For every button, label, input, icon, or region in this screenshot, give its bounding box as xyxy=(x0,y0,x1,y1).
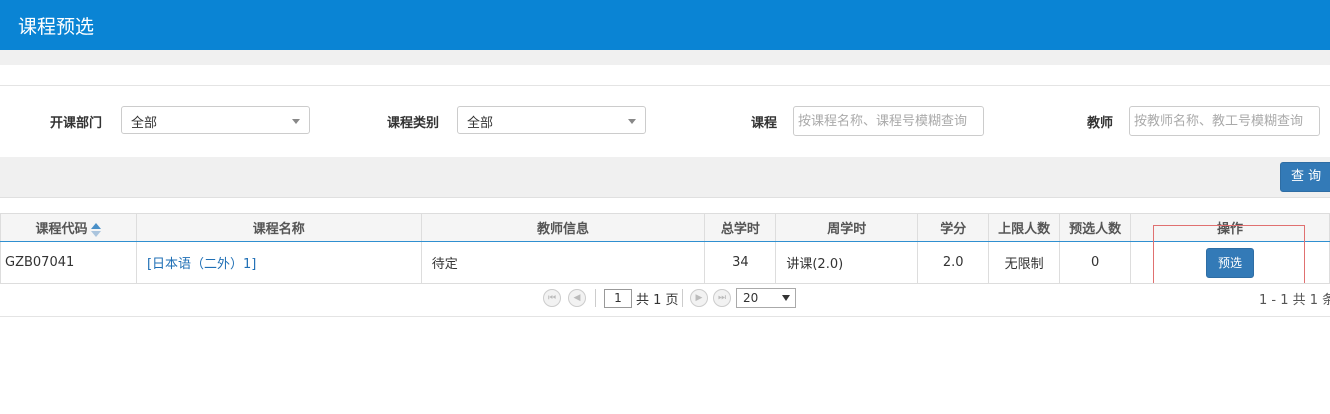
cell-course-code: GZB07041 xyxy=(0,241,137,284)
column-header-name: 课程名称 xyxy=(135,213,422,242)
page-size-value: 20 xyxy=(743,291,759,305)
department-select[interactable]: 全部 xyxy=(121,106,310,134)
last-page-icon[interactable]: ⏭ xyxy=(713,289,731,307)
header-divider xyxy=(0,50,1330,65)
cell-teacher: 待定 xyxy=(420,241,706,284)
cell-weekly-hours: 讲课(2.0) xyxy=(775,241,919,284)
record-range-text: 1 - 1 共 1 条 xyxy=(1259,293,1330,308)
pager-divider xyxy=(595,289,596,307)
course-name-link[interactable]: [日本语（二外）1] xyxy=(147,257,256,272)
course-label: 课程 xyxy=(751,116,778,131)
query-button[interactable]: 查 询 xyxy=(1280,162,1330,192)
column-header-code[interactable]: 课程代码 xyxy=(0,213,137,242)
prev-page-icon[interactable]: ◀ xyxy=(568,289,586,307)
column-header-total-hours: 总学时 xyxy=(704,213,777,242)
category-select-value: 全部 xyxy=(467,116,494,131)
cell-credits: 2.0 xyxy=(917,241,990,284)
page-number-input[interactable]: 1 xyxy=(604,289,632,308)
toolbar: 查 询 xyxy=(0,157,1330,198)
department-label: 开课部门 xyxy=(50,116,103,131)
teacher-label: 教师 xyxy=(1087,116,1114,131)
total-pages-text: 共 1 页 xyxy=(636,293,679,308)
pager-divider xyxy=(682,289,683,307)
teacher-search-input[interactable] xyxy=(1129,106,1320,136)
chevron-down-icon xyxy=(782,295,790,301)
column-header-preselected: 预选人数 xyxy=(1059,213,1132,242)
column-header-weekly-hours: 周学时 xyxy=(775,213,919,242)
department-select-value: 全部 xyxy=(131,116,158,131)
pager: ⏮ ◀ 1 共 1 页 ▶ ⏭ 20 1 - 1 共 1 条 xyxy=(0,283,1330,317)
top-bar: 课程预选 xyxy=(0,0,1330,50)
column-header-credits: 学分 xyxy=(917,213,990,242)
chevron-down-icon xyxy=(628,119,636,124)
sort-icon[interactable] xyxy=(91,222,102,237)
first-page-icon[interactable]: ⏮ xyxy=(543,289,561,307)
cell-limit: 无限制 xyxy=(988,241,1061,284)
filter-panel: 开课部门 全部 课程类别 全部 课程 教师 xyxy=(0,85,1330,158)
column-header-limit: 上限人数 xyxy=(988,213,1061,242)
cell-total-hours: 34 xyxy=(704,241,777,284)
highlight-box xyxy=(1153,225,1305,292)
table-header-row: 课程代码 课程名称 教师信息 总学时 周学时 学分 上限人数 预选人数 操作 xyxy=(0,213,1330,242)
category-select[interactable]: 全部 xyxy=(457,106,646,134)
course-search-input[interactable] xyxy=(793,106,984,136)
next-page-icon[interactable]: ▶ xyxy=(690,289,708,307)
column-header-teacher: 教师信息 xyxy=(420,213,706,242)
chevron-down-icon xyxy=(292,119,300,124)
category-label: 课程类别 xyxy=(387,116,440,131)
table-row: GZB07041 [日本语（二外）1] 待定 34 讲课(2.0) 2.0 无限… xyxy=(0,241,1330,284)
page-title: 课程预选 xyxy=(18,16,95,38)
page-size-select[interactable]: 20 xyxy=(736,288,796,308)
course-table: 课程代码 课程名称 教师信息 总学时 周学时 学分 上限人数 预选人数 操作 G… xyxy=(0,213,1330,284)
cell-preselected: 0 xyxy=(1059,241,1132,284)
